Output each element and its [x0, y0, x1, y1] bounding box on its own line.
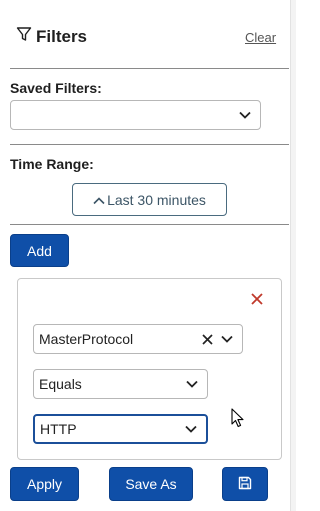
chevron-down-icon [238, 108, 252, 122]
clear-link[interactable]: Clear [245, 30, 276, 45]
divider [10, 144, 289, 145]
chevron-down-icon [184, 422, 198, 436]
chevron-up-icon [93, 192, 105, 208]
chevron-down-icon [185, 377, 199, 391]
time-range-text: Last 30 minutes [107, 191, 206, 208]
divider [10, 224, 289, 225]
scrollbar-track[interactable] [290, 0, 296, 511]
filter-field-select[interactable]: MasterProtocol [33, 324, 243, 354]
panel-title: Filters [16, 26, 87, 47]
time-range-button[interactable]: Last 30 minutes [72, 183, 227, 216]
saved-filters-label: Saved Filters: [10, 80, 102, 96]
clear-selection-icon[interactable] [200, 332, 214, 346]
mouse-cursor-icon [231, 408, 245, 433]
filter-operator-value: Equals [39, 376, 82, 392]
time-range-label: Time Range: [10, 156, 94, 172]
filter-value-value: HTTP [40, 421, 77, 437]
filter-icon [16, 26, 32, 47]
save-button[interactable] [222, 467, 268, 501]
filter-value-select[interactable]: HTTP [33, 414, 208, 444]
panel-title-text: Filters [36, 26, 88, 46]
saved-filters-select[interactable] [10, 100, 261, 130]
chevron-down-icon [220, 332, 234, 346]
filters-panel: Filters Clear Saved Filters: Time Range:… [0, 0, 290, 511]
add-button[interactable]: Add [10, 234, 69, 267]
save-icon [238, 476, 252, 493]
filter-operator-select[interactable]: Equals [33, 369, 208, 399]
divider [10, 68, 289, 69]
filter-field-value: MasterProtocol [39, 331, 134, 347]
close-icon[interactable] [250, 292, 264, 306]
save-as-button[interactable]: Save As [109, 467, 193, 501]
apply-button[interactable]: Apply [10, 467, 79, 501]
